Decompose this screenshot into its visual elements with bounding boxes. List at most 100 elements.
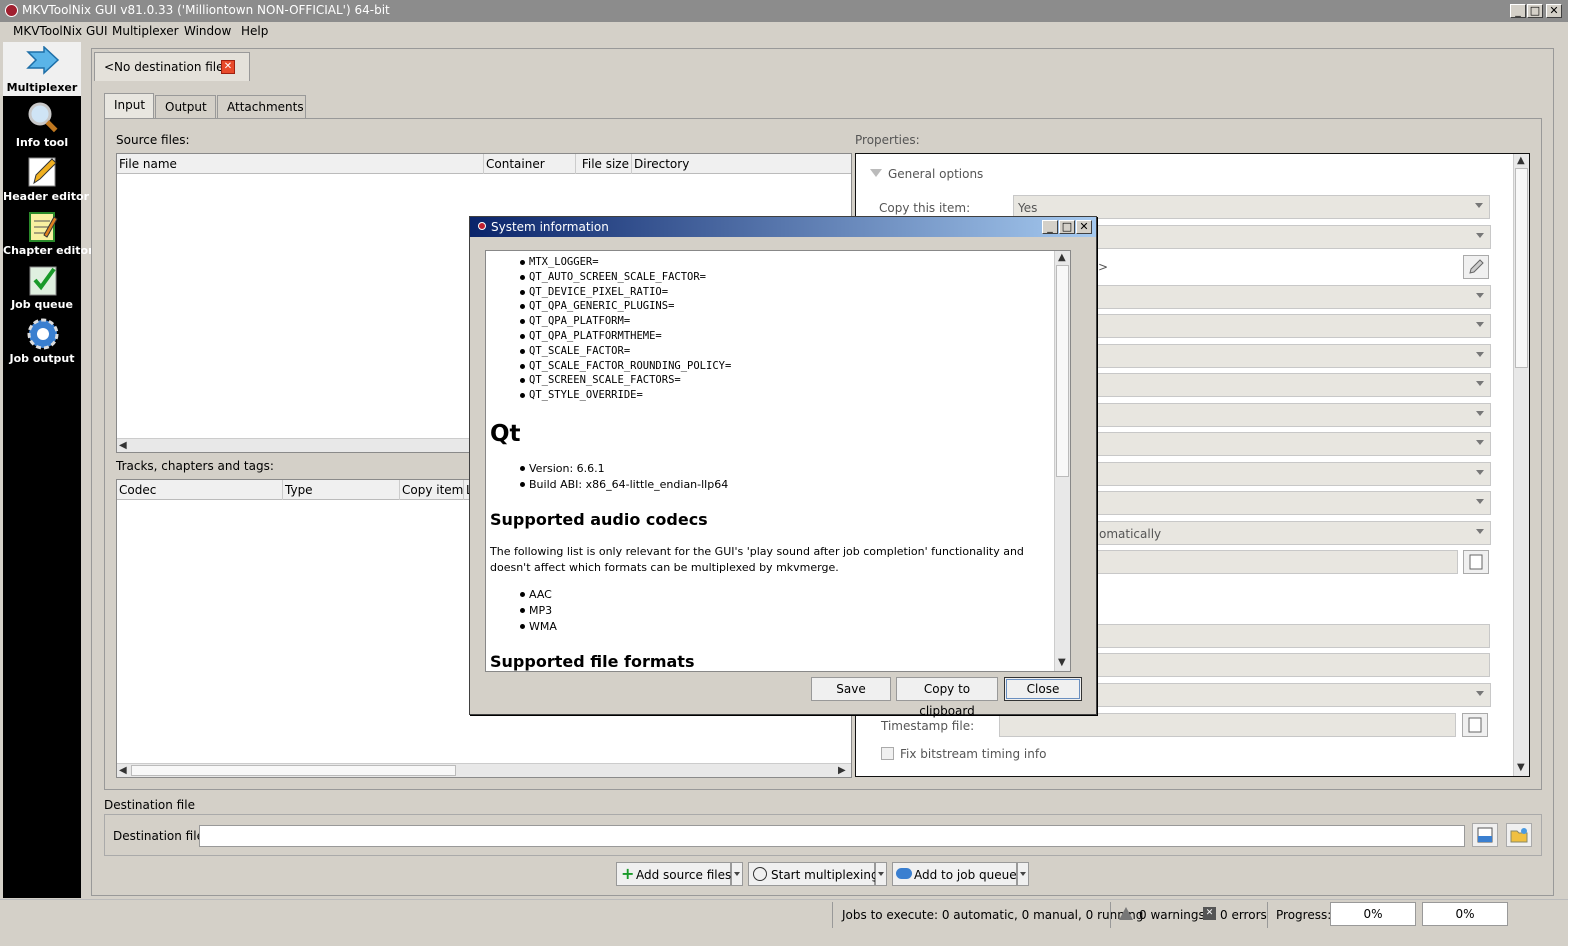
- tracks-hscrollbar[interactable]: ◀ ▶: [117, 763, 851, 777]
- property-select-7[interactable]: [1096, 403, 1491, 427]
- sidebar-label: Job queue: [11, 298, 73, 311]
- add-queue-dropdown[interactable]: [1017, 862, 1029, 886]
- edit-pencil-button[interactable]: [1463, 255, 1489, 279]
- tab-input[interactable]: Input: [104, 93, 154, 119]
- gear-icon: [27, 318, 59, 350]
- close-tab-icon[interactable]: ✕: [221, 60, 235, 74]
- column-container[interactable]: Container: [484, 154, 576, 174]
- menu-help[interactable]: Help: [241, 24, 268, 38]
- dialog-close-button[interactable]: ✕: [1076, 220, 1092, 234]
- column-codec[interactable]: Codec: [117, 480, 283, 500]
- close-window-button[interactable]: ✕: [1546, 4, 1562, 18]
- status-bar: Jobs to execute: 0 automatic, 0 manual, …: [0, 899, 1568, 929]
- chevron-down-icon: [1476, 293, 1484, 298]
- property-select-11[interactable]: omatically: [1096, 521, 1491, 545]
- property-select-5[interactable]: [1096, 344, 1491, 368]
- column-type[interactable]: Type: [283, 480, 400, 500]
- chevron-down-icon: [1476, 322, 1484, 327]
- scroll-thumb[interactable]: [1515, 168, 1528, 368]
- property-select-6[interactable]: [1096, 373, 1491, 397]
- save-button[interactable]: Save: [811, 677, 891, 701]
- scroll-right-icon[interactable]: ▶: [838, 765, 846, 776]
- menu-window[interactable]: Window: [184, 24, 231, 38]
- pencil-icon: [28, 157, 57, 187]
- fix-bitstream-checkbox[interactable]: [881, 747, 894, 760]
- property-select-10[interactable]: [1096, 491, 1491, 515]
- property-field-13[interactable]: [1096, 624, 1490, 648]
- sidebar-item-info-tool[interactable]: Info tool: [3, 97, 81, 151]
- sidebar-item-multiplexer[interactable]: Multiplexer: [3, 42, 81, 96]
- property-select-15[interactable]: [1096, 683, 1491, 707]
- audio-codecs-heading: Supported audio codecs: [490, 510, 708, 529]
- tab-output[interactable]: Output: [155, 95, 216, 119]
- scroll-left-icon[interactable]: ◀: [119, 440, 127, 451]
- sidebar-item-header-editor[interactable]: Header editor: [3, 151, 89, 205]
- system-info-content[interactable]: MTX_LOGGER= QT_AUTO_SCREEN_SCALE_FACTOR=…: [485, 250, 1071, 672]
- scroll-left-icon[interactable]: ◀: [119, 765, 127, 776]
- scroll-thumb[interactable]: [1056, 265, 1069, 477]
- property-select-2[interactable]: [1096, 225, 1491, 249]
- sidebar-label: Multiplexer: [6, 81, 78, 94]
- property-select-4[interactable]: [1096, 314, 1491, 338]
- sidebar-label: Info tool: [15, 136, 69, 149]
- column-directory[interactable]: Directory: [632, 154, 851, 174]
- scroll-down-icon[interactable]: ▼: [1058, 657, 1066, 668]
- start-mux-dropdown[interactable]: [875, 862, 887, 886]
- properties-vscrollbar[interactable]: ▲ ▼: [1513, 154, 1529, 776]
- sidebar-item-job-queue[interactable]: Job queue: [3, 259, 81, 313]
- add-to-job-queue-button[interactable]: Add to job queue: [892, 862, 1017, 886]
- error-icon: ✕: [1203, 907, 1216, 920]
- document-tab[interactable]: <No destination file> ✕: [94, 52, 250, 81]
- maximize-button[interactable]: □: [1527, 4, 1543, 18]
- list-item: QT_AUTO_SCREEN_SCALE_FACTOR=: [511, 270, 731, 285]
- collapse-arrow-icon[interactable]: [870, 169, 882, 177]
- scroll-thumb[interactable]: [131, 765, 456, 776]
- add-source-files-button[interactable]: + Add source files: [616, 862, 731, 886]
- notepad-icon: [29, 212, 58, 242]
- document-tab-label: <No destination file>: [104, 60, 234, 74]
- destination-file-input[interactable]: [199, 825, 1465, 847]
- dialog-minimize-button[interactable]: _: [1042, 220, 1058, 234]
- property-select-9[interactable]: [1096, 462, 1491, 486]
- errors-count: 0 errors: [1220, 908, 1267, 922]
- qt-heading: Qt: [490, 421, 521, 447]
- close-button[interactable]: Close: [1004, 677, 1082, 701]
- dialog-title-bar[interactable]: System information _ □ ✕: [470, 217, 1096, 237]
- qt-info-list: Version: 6.6.1 Build ABI: x86_64-little_…: [511, 461, 728, 493]
- property-field-12[interactable]: [1096, 550, 1458, 574]
- chevron-down-icon: [1476, 381, 1484, 386]
- timestamp-file-input[interactable]: [999, 713, 1456, 737]
- destination-folder-button[interactable]: [1506, 823, 1532, 847]
- property-select-8[interactable]: [1096, 432, 1491, 456]
- add-source-dropdown[interactable]: [731, 862, 743, 886]
- scroll-down-icon[interactable]: ▼: [1517, 762, 1525, 773]
- sidebar-item-job-output[interactable]: Job output: [3, 313, 81, 367]
- menu-multiplexer[interactable]: Multiplexer: [112, 24, 179, 38]
- timestamp-browse-button[interactable]: [1462, 713, 1488, 737]
- column-file-name[interactable]: File name: [117, 154, 484, 174]
- minimize-button[interactable]: _: [1510, 4, 1526, 18]
- start-multiplexing-button[interactable]: Start multiplexing: [748, 862, 879, 886]
- destination-browse-button[interactable]: [1472, 823, 1498, 847]
- sidebar-label: Chapter editor: [3, 244, 94, 257]
- list-item: Build ABI: x86_64-little_endian-llp64: [511, 477, 728, 493]
- system-information-dialog: System information _ □ ✕ MTX_LOGGER= QT_…: [469, 216, 1097, 718]
- column-copy-item[interactable]: Copy item: [400, 480, 464, 500]
- list-item: AAC: [511, 587, 557, 603]
- general-options-label: General options: [888, 167, 984, 181]
- property-select-3[interactable]: [1096, 285, 1491, 309]
- tab-attachments[interactable]: Attachments: [217, 95, 306, 119]
- scroll-up-icon[interactable]: ▲: [1058, 252, 1066, 263]
- copy-to-clipboard-button[interactable]: Copy to clipboard: [896, 677, 998, 718]
- folder-icon: [1510, 828, 1528, 843]
- property-field-14[interactable]: [1096, 653, 1490, 677]
- sidebar-item-chapter-editor[interactable]: Chapter editor: [3, 205, 94, 259]
- dialog-maximize-button[interactable]: □: [1059, 220, 1075, 234]
- scroll-up-icon[interactable]: ▲: [1517, 155, 1525, 166]
- list-item: QT_QPA_GENERIC_PLUGINS=: [511, 299, 731, 314]
- browse-file-button[interactable]: [1463, 550, 1489, 574]
- column-file-size[interactable]: File size: [576, 154, 632, 174]
- dialog-vscrollbar[interactable]: ▲ ▼: [1054, 251, 1070, 671]
- file-icon: [1469, 554, 1483, 570]
- menu-mkvtoolnix-gui[interactable]: MKVToolNix GUI: [13, 24, 108, 38]
